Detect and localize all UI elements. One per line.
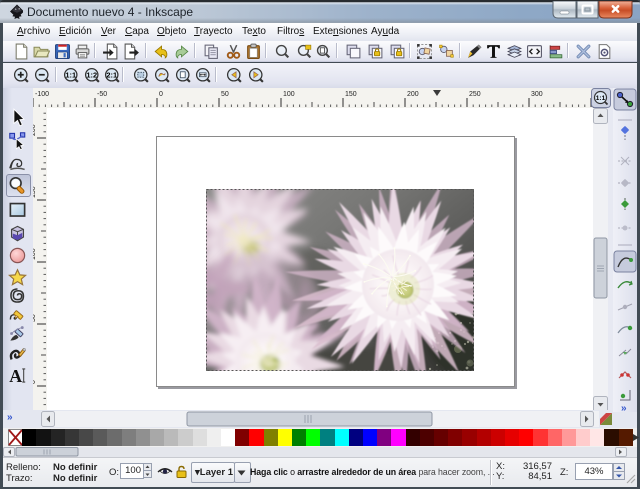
svg-text:2:1: 2:1 bbox=[106, 70, 117, 79]
svg-text:-50: -50 bbox=[97, 91, 107, 98]
svg-text:1:1: 1:1 bbox=[65, 70, 76, 79]
svg-text:A: A bbox=[9, 366, 22, 385]
svg-text:50: 50 bbox=[33, 314, 37, 322]
svg-text:250: 250 bbox=[469, 91, 481, 98]
svg-text:150: 150 bbox=[345, 91, 357, 98]
svg-text:-100: -100 bbox=[35, 91, 49, 98]
svg-text:0: 0 bbox=[33, 380, 37, 384]
svg-text:200: 200 bbox=[33, 124, 37, 136]
svg-text:0: 0 bbox=[159, 91, 163, 98]
svg-text:200: 200 bbox=[407, 91, 419, 98]
svg-text:100: 100 bbox=[33, 248, 37, 260]
svg-text:150: 150 bbox=[33, 186, 37, 198]
svg-text:50: 50 bbox=[221, 91, 229, 98]
svg-text:100: 100 bbox=[283, 91, 295, 98]
svg-text:1:2: 1:2 bbox=[86, 70, 97, 79]
svg-text:300: 300 bbox=[531, 91, 543, 98]
svg-text:1:1: 1:1 bbox=[596, 95, 606, 102]
